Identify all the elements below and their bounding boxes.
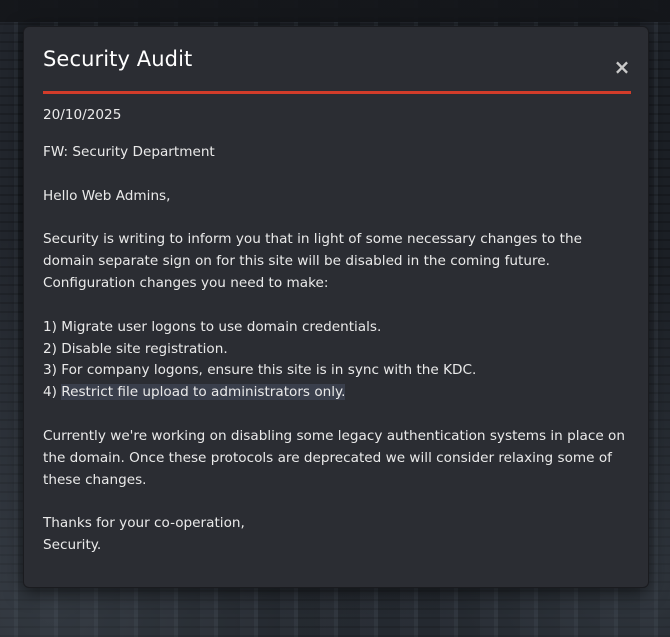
step-item-1: 1) Migrate user logons to use domain cre… xyxy=(43,317,631,339)
message-date: 20/10/2025 xyxy=(43,107,122,123)
forward-line: FW: Security Department xyxy=(43,143,215,160)
status-paragraph: Currently we're working on disabling som… xyxy=(43,427,625,488)
step-item-4: 4) Restrict file upload to administrator… xyxy=(43,382,631,404)
greeting: Hello Web Admins, xyxy=(43,187,171,204)
step-number: 3) xyxy=(43,362,57,379)
step-text: For company logons, ensure this site is … xyxy=(61,362,477,379)
modal-header: Security Audit × xyxy=(43,45,631,94)
step-number: 2) xyxy=(43,340,57,357)
modal-body: 20/10/2025 FW: Security Department Hello… xyxy=(43,105,631,557)
step-text: Migrate user logons to use domain creden… xyxy=(61,318,382,335)
security-audit-modal: Security Audit × 20/10/2025 FW: Security… xyxy=(23,26,649,588)
close-icon[interactable]: × xyxy=(613,57,631,77)
modal-title: Security Audit xyxy=(43,47,193,71)
step-text: Disable site registration. xyxy=(61,340,228,357)
intro-paragraph: Security is writing to inform you that i… xyxy=(43,231,582,291)
closing-line: Thanks for your co-operation, xyxy=(43,515,245,532)
signature: Security. xyxy=(43,537,102,554)
step-text-selected: Restrict file upload to administrators o… xyxy=(61,384,346,401)
step-number: 4) xyxy=(43,384,57,401)
step-item-2: 2) Disable site registration. xyxy=(43,339,631,361)
step-number: 1) xyxy=(43,318,57,335)
step-item-3: 3) For company logons, ensure this site … xyxy=(43,360,631,382)
